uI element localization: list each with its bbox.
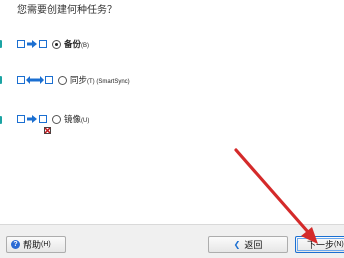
option-mirror[interactable]: 镜像(U) <box>17 112 89 126</box>
source-square-icon <box>17 76 25 84</box>
backup-label[interactable]: 备份(B) <box>64 38 89 50</box>
edge-marker <box>0 40 4 48</box>
mirror-label[interactable]: 镜像(U) <box>64 113 89 125</box>
red-x-icon <box>44 127 51 134</box>
arrow-right-icon <box>27 40 37 48</box>
target-square-icon <box>45 76 53 84</box>
sync-label[interactable]: 同步(T) (SmartSync) <box>70 74 130 86</box>
sync-radio[interactable] <box>58 75 67 85</box>
target-square-icon <box>39 40 47 48</box>
target-square-icon <box>39 115 47 123</box>
option-sync[interactable]: 同步(T) (SmartSync) <box>17 73 130 87</box>
source-square-icon <box>17 40 25 48</box>
backup-radio[interactable] <box>52 39 61 49</box>
edge-marker <box>0 76 4 84</box>
next-button[interactable]: 下一步 (N) <box>295 236 344 253</box>
help-button[interactable]: ? 帮助 (H) <box>6 236 66 253</box>
arrow-right-icon <box>27 115 37 123</box>
task-type-question: 您需要创建何种任务？ <box>17 5 117 16</box>
back-button[interactable]: ❮ 返回 <box>208 236 288 253</box>
mirror-radio[interactable] <box>52 114 61 124</box>
option-backup[interactable]: 备份(B) <box>17 37 89 51</box>
source-square-icon <box>17 115 25 123</box>
edge-marker <box>0 116 4 124</box>
double-arrow-icon <box>26 76 44 84</box>
question-circle-icon: ? <box>11 240 20 249</box>
chevron-left-icon: ❮ <box>233 240 241 249</box>
